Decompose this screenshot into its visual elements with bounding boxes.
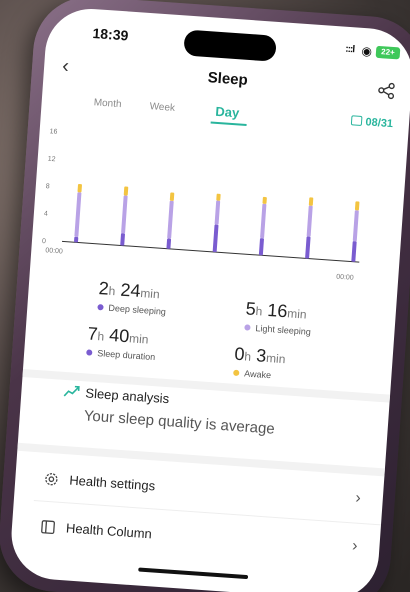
trend-chart-icon xyxy=(63,385,80,397)
app-screen: 18:39 :::l ◉ 22+ ‹ Sleep Month Week Day … xyxy=(8,5,410,592)
y-tick-label: 0 xyxy=(42,238,46,245)
tab-day[interactable]: Day xyxy=(215,104,240,121)
date-picker[interactable]: 08/31 xyxy=(351,115,393,130)
signal-icon: :::l xyxy=(344,43,355,56)
home-indicator xyxy=(138,567,249,580)
bar-segment-light xyxy=(260,203,267,239)
stat-light-value: 5h 16min xyxy=(245,298,308,322)
stat-deep-sleeping: 2h 24min Deep sleeping xyxy=(97,278,168,317)
y-tick-label: 4 xyxy=(44,211,48,218)
bar-segment-deep xyxy=(74,236,79,243)
bar-segment-light xyxy=(121,195,128,234)
chevron-right-icon: › xyxy=(354,489,362,507)
tab-active-indicator xyxy=(210,121,247,126)
bar-segment-awake xyxy=(77,183,82,193)
share-icon[interactable] xyxy=(377,81,396,100)
sleep-chart: 16 12 8 4 0 00:00 00:00 xyxy=(42,128,360,282)
deep-dot xyxy=(97,304,104,311)
status-time: 18:39 xyxy=(92,25,129,44)
bar-segment-awake xyxy=(262,196,267,204)
x-tick-label: 00:00 xyxy=(45,247,63,255)
phone-device: 18:39 :::l ◉ 22+ ‹ Sleep Month Week Day … xyxy=(0,0,410,592)
stat-duration-label: Sleep duration xyxy=(86,347,156,362)
battery-icon: 22+ xyxy=(375,45,401,60)
y-tick-label: 8 xyxy=(46,183,50,190)
bar-segment-deep xyxy=(212,224,219,253)
x-tick-label: 00:00 xyxy=(336,274,354,282)
bar-segment-light xyxy=(74,192,82,237)
chevron-right-icon: › xyxy=(351,537,359,555)
bar-segment-awake xyxy=(123,186,129,196)
duration-dot xyxy=(86,349,93,356)
tab-month[interactable]: Month xyxy=(93,97,121,110)
bar-segment-awake xyxy=(354,201,360,211)
stat-deep-value: 2h 24min xyxy=(98,278,161,302)
stat-awake: 0h 3min Awake xyxy=(233,344,286,381)
stat-duration-value: 7h 40min xyxy=(86,323,149,347)
book-icon xyxy=(41,520,55,535)
light-dot xyxy=(244,324,251,331)
wifi-icon: ◉ xyxy=(361,43,373,59)
health-column-label: Health Column xyxy=(65,520,153,542)
health-settings-label: Health settings xyxy=(68,472,156,494)
stat-deep-label: Deep sleeping xyxy=(97,302,166,317)
stat-light-label: Light sleeping xyxy=(244,322,311,337)
bar-segment-deep xyxy=(351,241,357,262)
bar-segment-deep xyxy=(166,238,172,249)
y-tick-label: 12 xyxy=(47,156,55,164)
stat-awake-label: Awake xyxy=(233,368,285,382)
gear-icon xyxy=(45,473,58,486)
x-axis-line xyxy=(61,240,360,263)
analysis-title: Sleep analysis xyxy=(84,385,170,407)
bar-segment-deep xyxy=(120,233,125,246)
bar-segment-deep xyxy=(258,238,264,256)
bar-segment-awake xyxy=(169,192,175,201)
tab-week[interactable]: Week xyxy=(149,101,175,114)
y-tick-label: 16 xyxy=(49,128,57,136)
bar-segment-light xyxy=(306,205,313,237)
bar-segment-light xyxy=(352,210,359,242)
stat-light-sleeping: 5h 16min Light sleeping xyxy=(244,298,313,337)
calendar-icon xyxy=(351,115,363,127)
dynamic-island xyxy=(183,29,277,62)
date-label: 08/31 xyxy=(365,116,394,131)
analysis-text: Your sleep quality is average xyxy=(83,407,276,438)
stat-awake-value: 0h 3min xyxy=(233,343,286,367)
stat-sleep-duration: 7h 40min Sleep duration xyxy=(86,323,157,362)
bar-segment-light xyxy=(214,200,221,225)
bar-segment-deep xyxy=(305,236,311,259)
bar-segment-awake xyxy=(308,197,314,206)
bar-segment-light xyxy=(167,200,174,239)
bar-segment-awake xyxy=(216,193,221,201)
awake-dot xyxy=(233,369,240,377)
